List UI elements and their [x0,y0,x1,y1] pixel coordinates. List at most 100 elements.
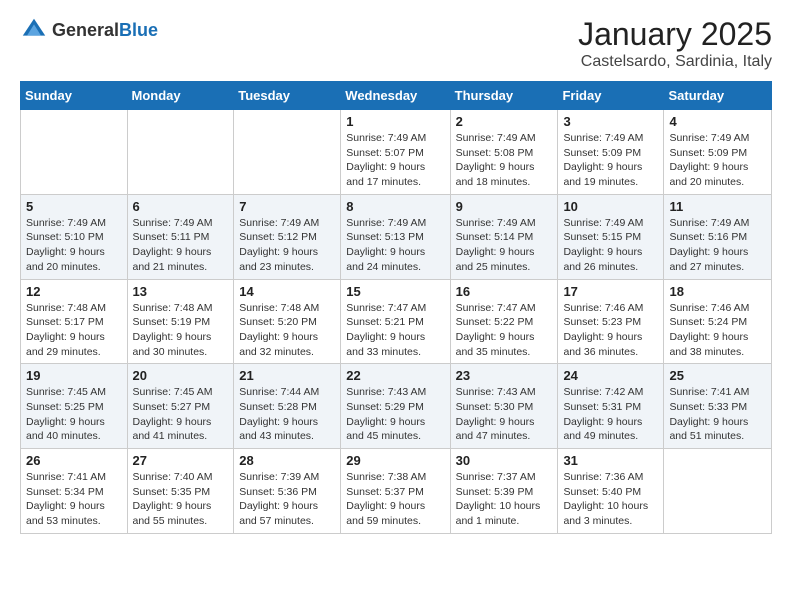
calendar-cell [234,110,341,195]
day-number: 17 [563,284,658,299]
location-subtitle: Castelsardo, Sardinia, Italy [578,53,772,71]
calendar-cell: 3 Sunrise: 7:49 AM Sunset: 5:09 PM Daylig… [558,110,664,195]
title-area: January 2025 Castelsardo, Sardinia, Ital… [578,16,772,71]
day-info: Sunrise: 7:49 AM Sunset: 5:09 PM Dayligh… [669,131,766,190]
day-number: 23 [456,368,553,383]
day-number: 4 [669,114,766,129]
calendar-cell: 26 Sunrise: 7:41 AM Sunset: 5:34 PM Dayli… [21,449,128,534]
calendar-cell: 22 Sunrise: 7:43 AM Sunset: 5:29 PM Dayli… [341,364,450,449]
calendar-cell: 23 Sunrise: 7:43 AM Sunset: 5:30 PM Dayli… [450,364,558,449]
day-info: Sunrise: 7:43 AM Sunset: 5:29 PM Dayligh… [346,385,444,444]
day-info: Sunrise: 7:36 AM Sunset: 5:40 PM Dayligh… [563,470,658,529]
day-info: Sunrise: 7:49 AM Sunset: 5:16 PM Dayligh… [669,216,766,275]
calendar-cell: 31 Sunrise: 7:36 AM Sunset: 5:40 PM Dayli… [558,449,664,534]
calendar-cell: 17Sunrise: 7:46 AM Sunset: 5:23 PM Dayli… [558,279,664,364]
day-number: 31 [563,453,658,468]
day-number: 12 [26,284,122,299]
calendar-cell: 28 Sunrise: 7:39 AM Sunset: 5:36 PM Dayli… [234,449,341,534]
day-info: Sunrise: 7:39 AM Sunset: 5:36 PM Dayligh… [239,470,335,529]
day-info: Sunrise: 7:49 AM Sunset: 5:14 PM Dayligh… [456,216,553,275]
calendar-cell [21,110,128,195]
month-title: January 2025 [578,16,772,53]
day-info: Sunrise: 7:49 AM Sunset: 5:12 PM Dayligh… [239,216,335,275]
day-info: Sunrise: 7:49 AM Sunset: 5:07 PM Dayligh… [346,131,444,190]
calendar-cell: 27 Sunrise: 7:40 AM Sunset: 5:35 PM Dayli… [127,449,234,534]
day-info: Sunrise: 7:43 AM Sunset: 5:30 PM Dayligh… [456,385,553,444]
calendar-week-2: 5 Sunrise: 7:49 AM Sunset: 5:10 PM Daylig… [21,194,772,279]
calendar-cell: 13Sunrise: 7:48 AM Sunset: 5:19 PM Dayli… [127,279,234,364]
day-number: 6 [133,199,229,214]
day-number: 2 [456,114,553,129]
day-number: 27 [133,453,229,468]
logo-blue: Blue [119,20,158,40]
col-saturday: Saturday [664,82,772,110]
col-friday: Friday [558,82,664,110]
calendar-cell: 29Sunrise: 7:38 AM Sunset: 5:37 PM Dayli… [341,449,450,534]
calendar-cell: 10 Sunrise: 7:49 AM Sunset: 5:15 PM Dayli… [558,194,664,279]
day-number: 22 [346,368,444,383]
day-info: Sunrise: 7:47 AM Sunset: 5:21 PM Dayligh… [346,301,444,360]
day-number: 14 [239,284,335,299]
calendar-cell: 25 Sunrise: 7:41 AM Sunset: 5:33 PM Dayli… [664,364,772,449]
day-number: 25 [669,368,766,383]
calendar-cell: 16 Sunrise: 7:47 AM Sunset: 5:22 PM Dayli… [450,279,558,364]
day-info: Sunrise: 7:47 AM Sunset: 5:22 PM Dayligh… [456,301,553,360]
header: GeneralBlue January 2025 Castelsardo, Sa… [20,16,772,71]
day-number: 24 [563,368,658,383]
logo: GeneralBlue [20,16,158,44]
day-number: 10 [563,199,658,214]
calendar-cell: 18 Sunrise: 7:46 AM Sunset: 5:24 PM Dayli… [664,279,772,364]
day-info: Sunrise: 7:49 AM Sunset: 5:15 PM Dayligh… [563,216,658,275]
day-info: Sunrise: 7:45 AM Sunset: 5:27 PM Dayligh… [133,385,229,444]
day-info: Sunrise: 7:49 AM Sunset: 5:08 PM Dayligh… [456,131,553,190]
day-number: 1 [346,114,444,129]
day-info: Sunrise: 7:46 AM Sunset: 5:24 PM Dayligh… [669,301,766,360]
day-number: 5 [26,199,122,214]
col-thursday: Thursday [450,82,558,110]
col-monday: Monday [127,82,234,110]
calendar-cell: 20 Sunrise: 7:45 AM Sunset: 5:27 PM Dayli… [127,364,234,449]
day-number: 9 [456,199,553,214]
calendar-cell: 14 Sunrise: 7:48 AM Sunset: 5:20 PM Dayli… [234,279,341,364]
day-number: 28 [239,453,335,468]
logo-icon [20,16,48,44]
day-number: 26 [26,453,122,468]
day-number: 19 [26,368,122,383]
calendar-cell: 21Sunrise: 7:44 AM Sunset: 5:28 PM Dayli… [234,364,341,449]
day-info: Sunrise: 7:37 AM Sunset: 5:39 PM Dayligh… [456,470,553,529]
day-number: 20 [133,368,229,383]
day-number: 16 [456,284,553,299]
day-info: Sunrise: 7:41 AM Sunset: 5:34 PM Dayligh… [26,470,122,529]
calendar-cell: 12Sunrise: 7:48 AM Sunset: 5:17 PM Dayli… [21,279,128,364]
day-number: 3 [563,114,658,129]
col-sunday: Sunday [21,82,128,110]
day-info: Sunrise: 7:49 AM Sunset: 5:11 PM Dayligh… [133,216,229,275]
day-info: Sunrise: 7:48 AM Sunset: 5:20 PM Dayligh… [239,301,335,360]
calendar-cell [127,110,234,195]
calendar-cell: 4 Sunrise: 7:49 AM Sunset: 5:09 PM Daylig… [664,110,772,195]
day-info: Sunrise: 7:49 AM Sunset: 5:10 PM Dayligh… [26,216,122,275]
calendar-cell: 24 Sunrise: 7:42 AM Sunset: 5:31 PM Dayli… [558,364,664,449]
day-number: 30 [456,453,553,468]
calendar-week-1: 1 Sunrise: 7:49 AM Sunset: 5:07 PM Daylig… [21,110,772,195]
col-wednesday: Wednesday [341,82,450,110]
day-number: 8 [346,199,444,214]
day-number: 18 [669,284,766,299]
day-number: 21 [239,368,335,383]
day-number: 29 [346,453,444,468]
day-info: Sunrise: 7:49 AM Sunset: 5:09 PM Dayligh… [563,131,658,190]
logo-general: General [52,20,119,40]
calendar-cell: 15Sunrise: 7:47 AM Sunset: 5:21 PM Dayli… [341,279,450,364]
calendar-week-3: 12Sunrise: 7:48 AM Sunset: 5:17 PM Dayli… [21,279,772,364]
calendar-cell: 8 Sunrise: 7:49 AM Sunset: 5:13 PM Daylig… [341,194,450,279]
day-info: Sunrise: 7:42 AM Sunset: 5:31 PM Dayligh… [563,385,658,444]
page: GeneralBlue January 2025 Castelsardo, Sa… [0,0,792,550]
day-info: Sunrise: 7:40 AM Sunset: 5:35 PM Dayligh… [133,470,229,529]
day-info: Sunrise: 7:49 AM Sunset: 5:13 PM Dayligh… [346,216,444,275]
day-number: 13 [133,284,229,299]
day-info: Sunrise: 7:41 AM Sunset: 5:33 PM Dayligh… [669,385,766,444]
day-number: 7 [239,199,335,214]
calendar-cell: 1 Sunrise: 7:49 AM Sunset: 5:07 PM Daylig… [341,110,450,195]
calendar-cell: 2 Sunrise: 7:49 AM Sunset: 5:08 PM Daylig… [450,110,558,195]
calendar-cell: 9 Sunrise: 7:49 AM Sunset: 5:14 PM Daylig… [450,194,558,279]
